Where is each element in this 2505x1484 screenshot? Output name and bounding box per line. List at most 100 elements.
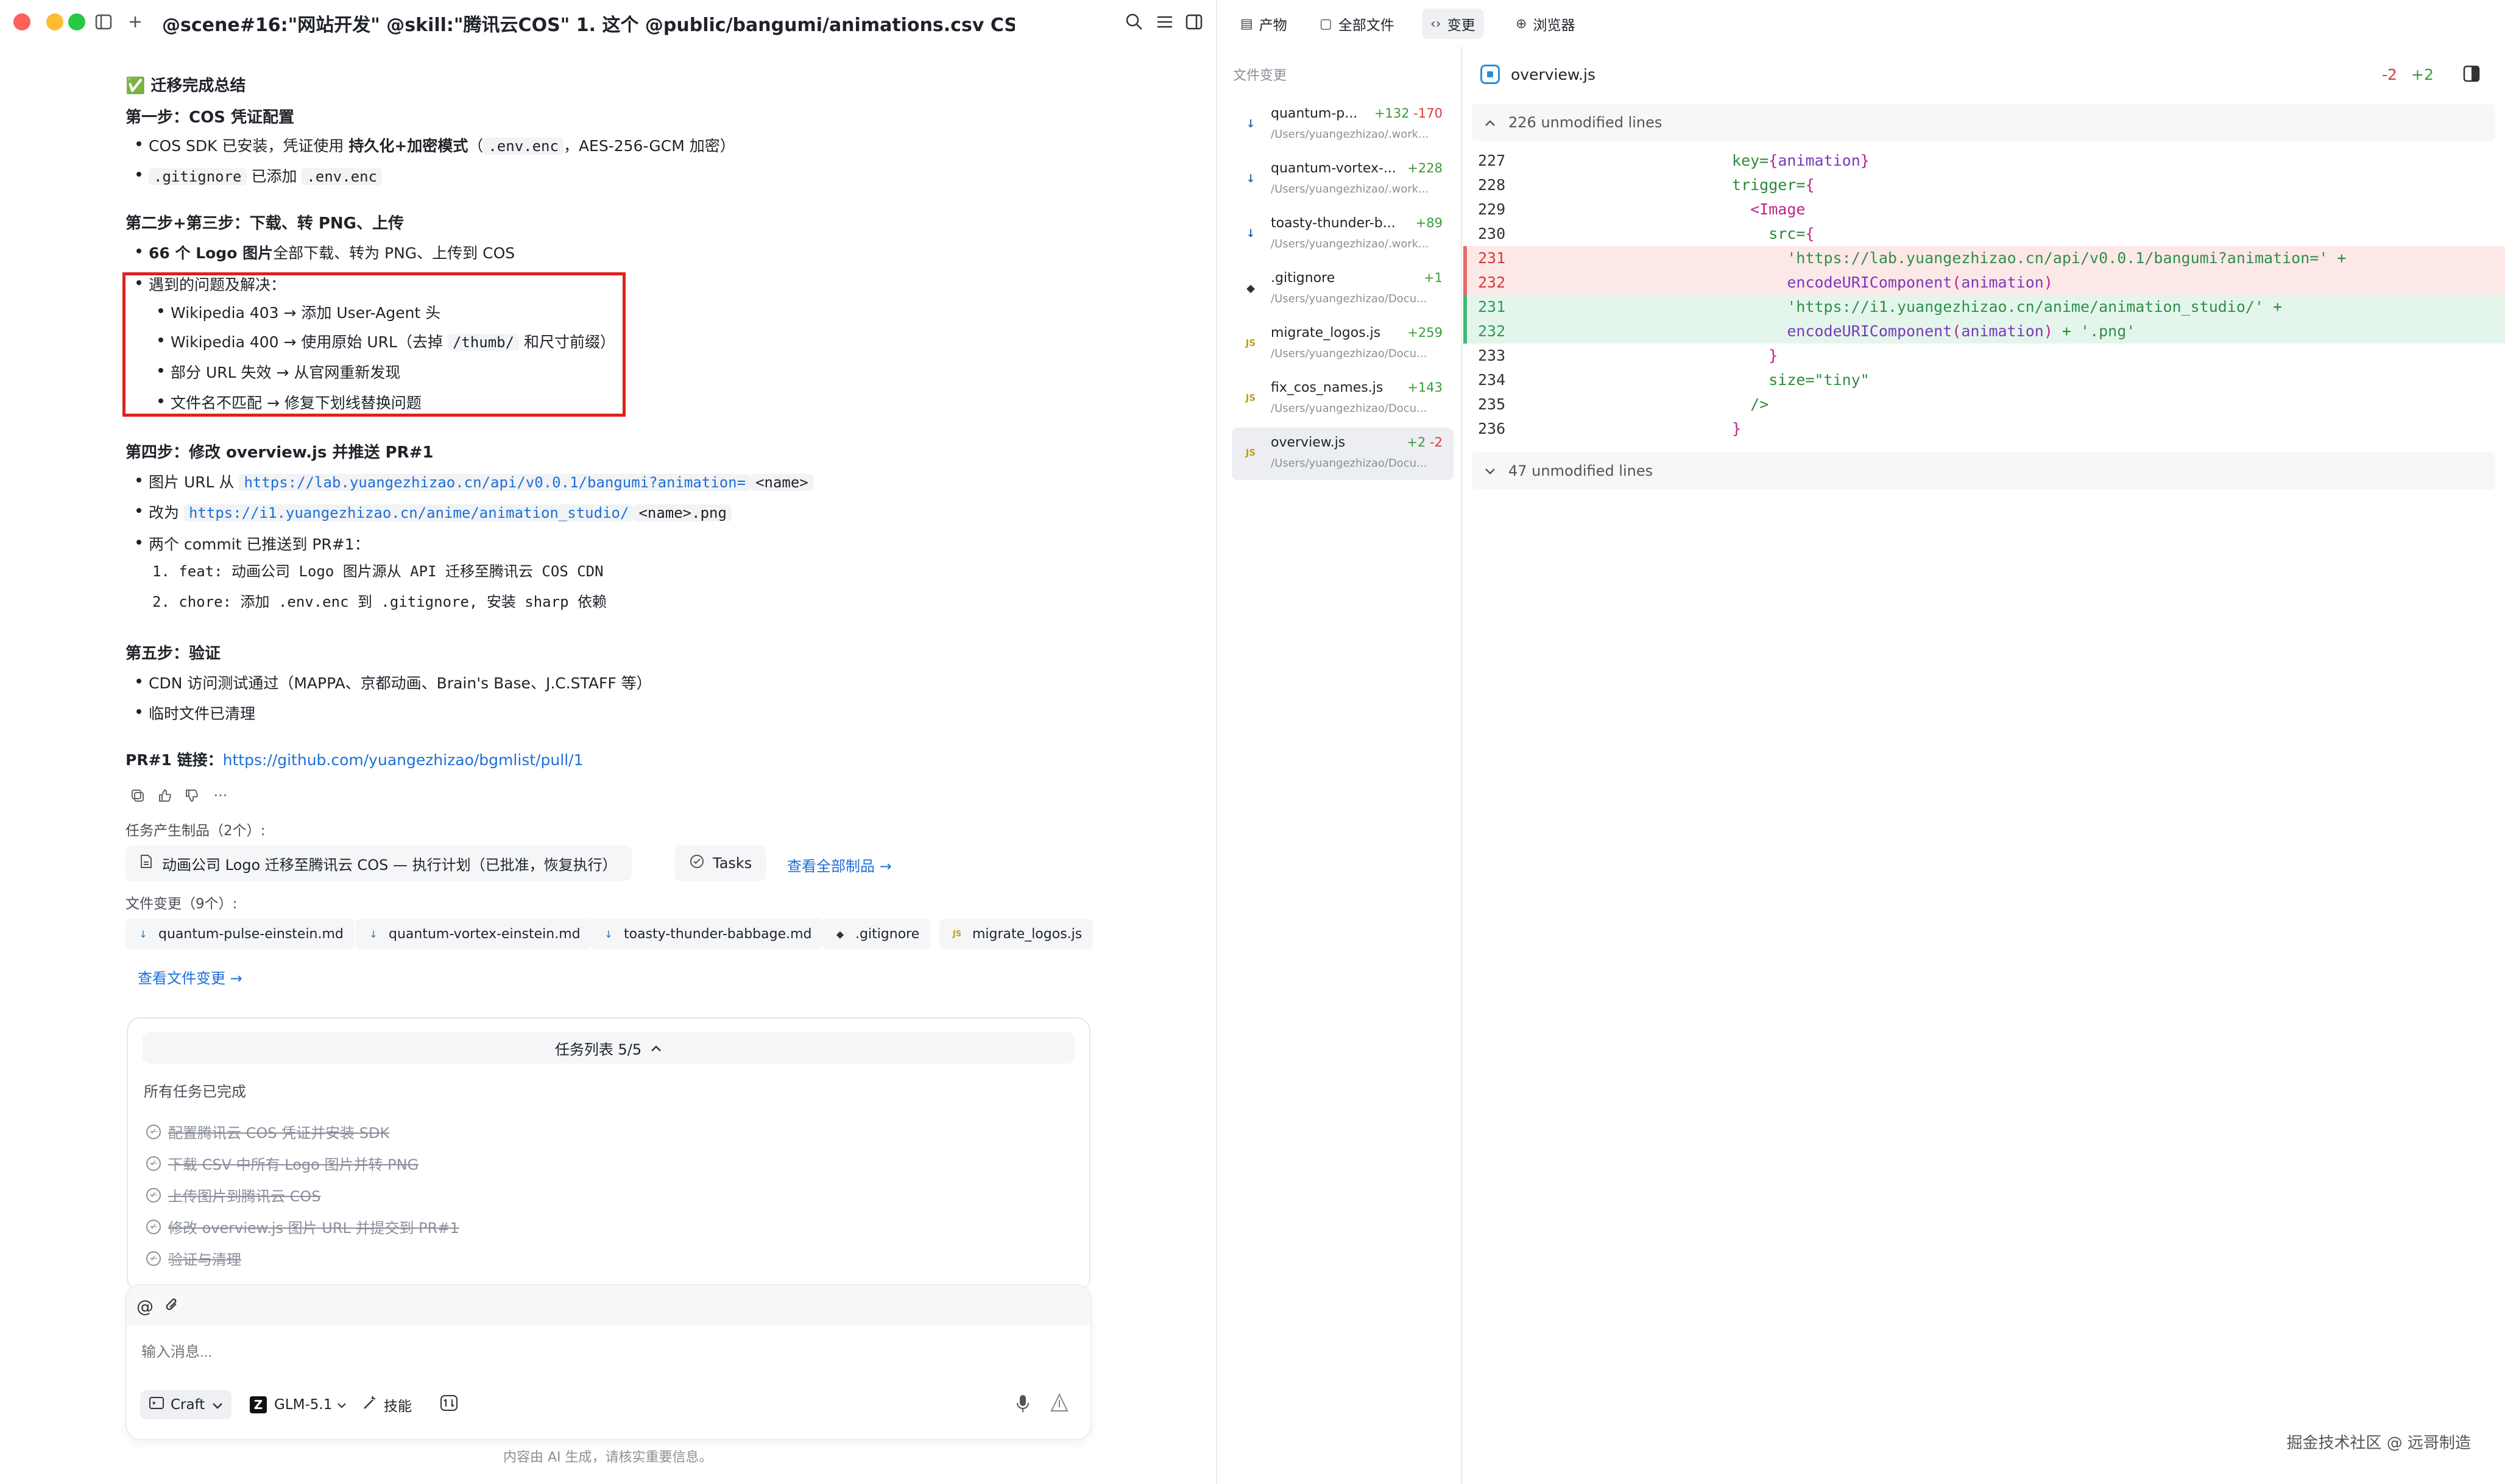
- changed-file-item[interactable]: ↓ quantum-p.../Users/yuangezhizao/.work..…: [1232, 99, 1454, 151]
- tools-button[interactable]: [431, 1390, 467, 1419]
- panel-toggle-icon[interactable]: [1182, 10, 1206, 34]
- view-all-artifacts-link[interactable]: 查看全部制品 →: [787, 854, 892, 875]
- sidebar-toggle-icon[interactable]: [93, 11, 115, 33]
- code-line: 227 key={animation}: [1478, 152, 1870, 169]
- old-url-link[interactable]: https://lab.yuangezhizao.cn/api/v0.0.1/b…: [239, 474, 751, 491]
- changed-file-item[interactable]: ↓ toasty-thunder-b... /Users/yuangezhizao/…: [1232, 208, 1454, 261]
- tab-browser[interactable]: ⊕ 浏览器: [1507, 9, 1583, 39]
- file-chip-3[interactable]: ↓ toasty-thunder-babbage.md: [591, 919, 823, 949]
- artifact-tasks[interactable]: Tasks: [675, 846, 767, 881]
- changed-file-path: /Users/yuangezhizao/.work...: [1271, 238, 1429, 250]
- summary-title: ✅ 迁移完成总结: [125, 77, 246, 95]
- mention-icon[interactable]: @: [136, 1296, 154, 1316]
- split-view-icon[interactable]: [2462, 65, 2481, 85]
- changed-file-path: /Users/yuangezhizao/.work...: [1271, 128, 1429, 141]
- check-icon: ✓: [146, 1187, 161, 1203]
- attach-icon[interactable]: [164, 1296, 180, 1316]
- chevron-down-icon: [337, 1397, 347, 1413]
- new-url-link[interactable]: https://i1.yuangezhizao.cn/anime/animati…: [183, 504, 634, 521]
- changed-file-item[interactable]: JS overview.js/Users/yuangezhizao/Docu...…: [1232, 428, 1454, 480]
- fold-top[interactable]: 226 unmodified lines: [1472, 104, 2495, 141]
- changed-file-stats: +228: [1407, 161, 1443, 175]
- file-chip-1[interactable]: ↓ quantum-pulse-einstein.md: [125, 919, 355, 949]
- file-icon: ▢: [1320, 16, 1332, 32]
- changed-file-item[interactable]: ↓ quantum-vortex-... /Users/yuangezhizao/.…: [1232, 154, 1454, 206]
- tab-changes[interactable]: ‹› 变更: [1422, 9, 1484, 39]
- changed-file-path: /Users/yuangezhizao/Docu...: [1271, 457, 1427, 470]
- view-file-changes-link[interactable]: 查看文件变更 →: [138, 966, 242, 988]
- close-window-button[interactable]: [13, 13, 30, 30]
- changed-file-item[interactable]: JS fix_cos_names.js/Users/yuangezhizao/Do…: [1232, 373, 1454, 425]
- artifact-plan[interactable]: 动画公司 Logo 迁移至腾讯云 COS — 执行计划（已批准，恢复执行）: [125, 846, 632, 881]
- maximize-window-button[interactable]: [68, 13, 85, 30]
- file-type-icon: ↓: [1246, 227, 1256, 240]
- panel-tabs: ▤ 产物 ▢ 全部文件 ‹› 变更 ⊕ 浏览器: [1218, 0, 2505, 46]
- watermark: 掘金技术社区 @ 远哥制造: [2286, 1434, 2471, 1452]
- chat-pane: @scene#16:"网站开发" @skill:"腾讯云COS" 1. 这个 @…: [0, 0, 1217, 1484]
- artifacts-label: 任务产生制品（2个）:: [125, 823, 266, 839]
- thumbs-up-icon[interactable]: [154, 785, 175, 807]
- js-file-icon: JS: [952, 929, 962, 939]
- tools-icon: [440, 1394, 458, 1415]
- more-icon[interactable]: ···: [210, 785, 231, 807]
- model-selector[interactable]: Z GLM-5.1: [241, 1390, 355, 1419]
- file-type-icon: ◆: [1246, 281, 1255, 295]
- step4-bullet-3: 两个 commit 已推送到 PR#1：: [136, 532, 370, 554]
- tab-all-files[interactable]: ▢ 全部文件: [1311, 9, 1403, 39]
- check-icon: ✓: [146, 1156, 161, 1171]
- mode-selector[interactable]: Craft: [140, 1390, 232, 1419]
- new-chat-icon[interactable]: [124, 11, 146, 33]
- microphone-icon[interactable]: [1016, 1394, 1030, 1416]
- chevron-down-icon: [212, 1397, 223, 1413]
- changed-file-stats: +2 -2: [1407, 435, 1443, 450]
- file-type-icon: ↓: [1246, 172, 1256, 185]
- changed-file-item[interactable]: ◆ .gitignore/Users/yuangezhizao/Docu... +1: [1232, 263, 1454, 316]
- craft-icon: [149, 1396, 164, 1413]
- changed-file-path: /Users/yuangezhizao/.work...: [1271, 183, 1429, 196]
- list-icon[interactable]: [1153, 10, 1177, 34]
- check-icon: ✓: [146, 1219, 161, 1234]
- title-bar: @scene#16:"网站开发" @skill:"腾讯云COS" 1. 这个 @…: [0, 0, 1217, 44]
- pr-link-row: PR#1 链接：https://github.com/yuangezhizao/…: [125, 751, 584, 769]
- step5-bullet-2: 临时文件已清理: [136, 702, 255, 724]
- fold-bottom[interactable]: 47 unmodified lines: [1472, 452, 2495, 490]
- globe-icon: ⊕: [1516, 16, 1527, 32]
- step4-bullet-1: 图片 URL 从 https://lab.yuangezhizao.cn/api…: [136, 470, 813, 492]
- copy-icon[interactable]: [127, 785, 149, 807]
- task-list-toggle[interactable]: 任务列表 5/5: [143, 1032, 1075, 1064]
- step1-bullet-2: .gitignore 已添加 .env.enc: [136, 164, 383, 186]
- changed-file-stats: +259: [1407, 325, 1443, 340]
- code-line: 231 'https://i1.yuangezhizao.cn/anime/an…: [1463, 295, 2505, 319]
- step1-bullet-1: COS SDK 已安装，凭证使用 持久化+加密模式（ .env.enc ，AES-2…: [136, 134, 735, 156]
- file-type-icon: JS: [1245, 392, 1256, 403]
- file-chip-5[interactable]: JS migrate_logos.js: [939, 919, 1094, 949]
- search-icon[interactable]: [1122, 10, 1147, 34]
- code-line: 228 trigger={: [1478, 176, 1815, 194]
- code-line: 235 />: [1478, 395, 1769, 413]
- download-icon: ↓: [604, 928, 613, 940]
- changed-file-item[interactable]: JS migrate_logos.js/Users/yuangezhizao/Do…: [1232, 318, 1454, 370]
- skills-button[interactable]: 技能: [353, 1390, 420, 1419]
- git-icon: ◆: [836, 928, 844, 940]
- file-type-icon: JS: [1245, 447, 1256, 458]
- tab-artifacts[interactable]: ▤ 产物: [1232, 9, 1296, 39]
- pr-link[interactable]: https://github.com/yuangezhizao/bgmlist/…: [223, 751, 584, 769]
- changed-file-name: fix_cos_names.js: [1271, 380, 1383, 395]
- code-line: 230 src={: [1478, 225, 1815, 242]
- thumbs-down-icon[interactable]: [180, 785, 202, 807]
- changed-file-name: toasty-thunder-b...: [1271, 216, 1396, 231]
- changed-files-list: 文件变更 ↓ quantum-p.../Users/yuangezhizao/.w…: [1218, 46, 1462, 1484]
- changed-file-name: .gitignore: [1271, 270, 1335, 286]
- message-input[interactable]: [141, 1340, 1067, 1365]
- diff-file-name: overview.js: [1511, 66, 1595, 83]
- changed-file-path: /Users/yuangezhizao/Docu...: [1271, 347, 1427, 360]
- file-chip-4[interactable]: ◆ .gitignore: [822, 919, 931, 949]
- step23-bullet-1: 66 个 Logo 图片全部下载、转为 PNG、上传到 COS: [136, 241, 515, 263]
- diff-viewer: overview.js -2 +2 226 unmodified lines 2…: [1463, 46, 2505, 1484]
- file-chip-2[interactable]: ↓ quantum-vortex-einstein.md: [356, 919, 592, 949]
- task-item-5: ✓ 验证与清理: [146, 1248, 241, 1269]
- minimize-window-button[interactable]: [46, 13, 63, 30]
- document-icon: ▤: [1240, 16, 1253, 32]
- send-icon[interactable]: [1049, 1393, 1070, 1416]
- task-list-status: 所有任务已完成: [144, 1083, 246, 1100]
